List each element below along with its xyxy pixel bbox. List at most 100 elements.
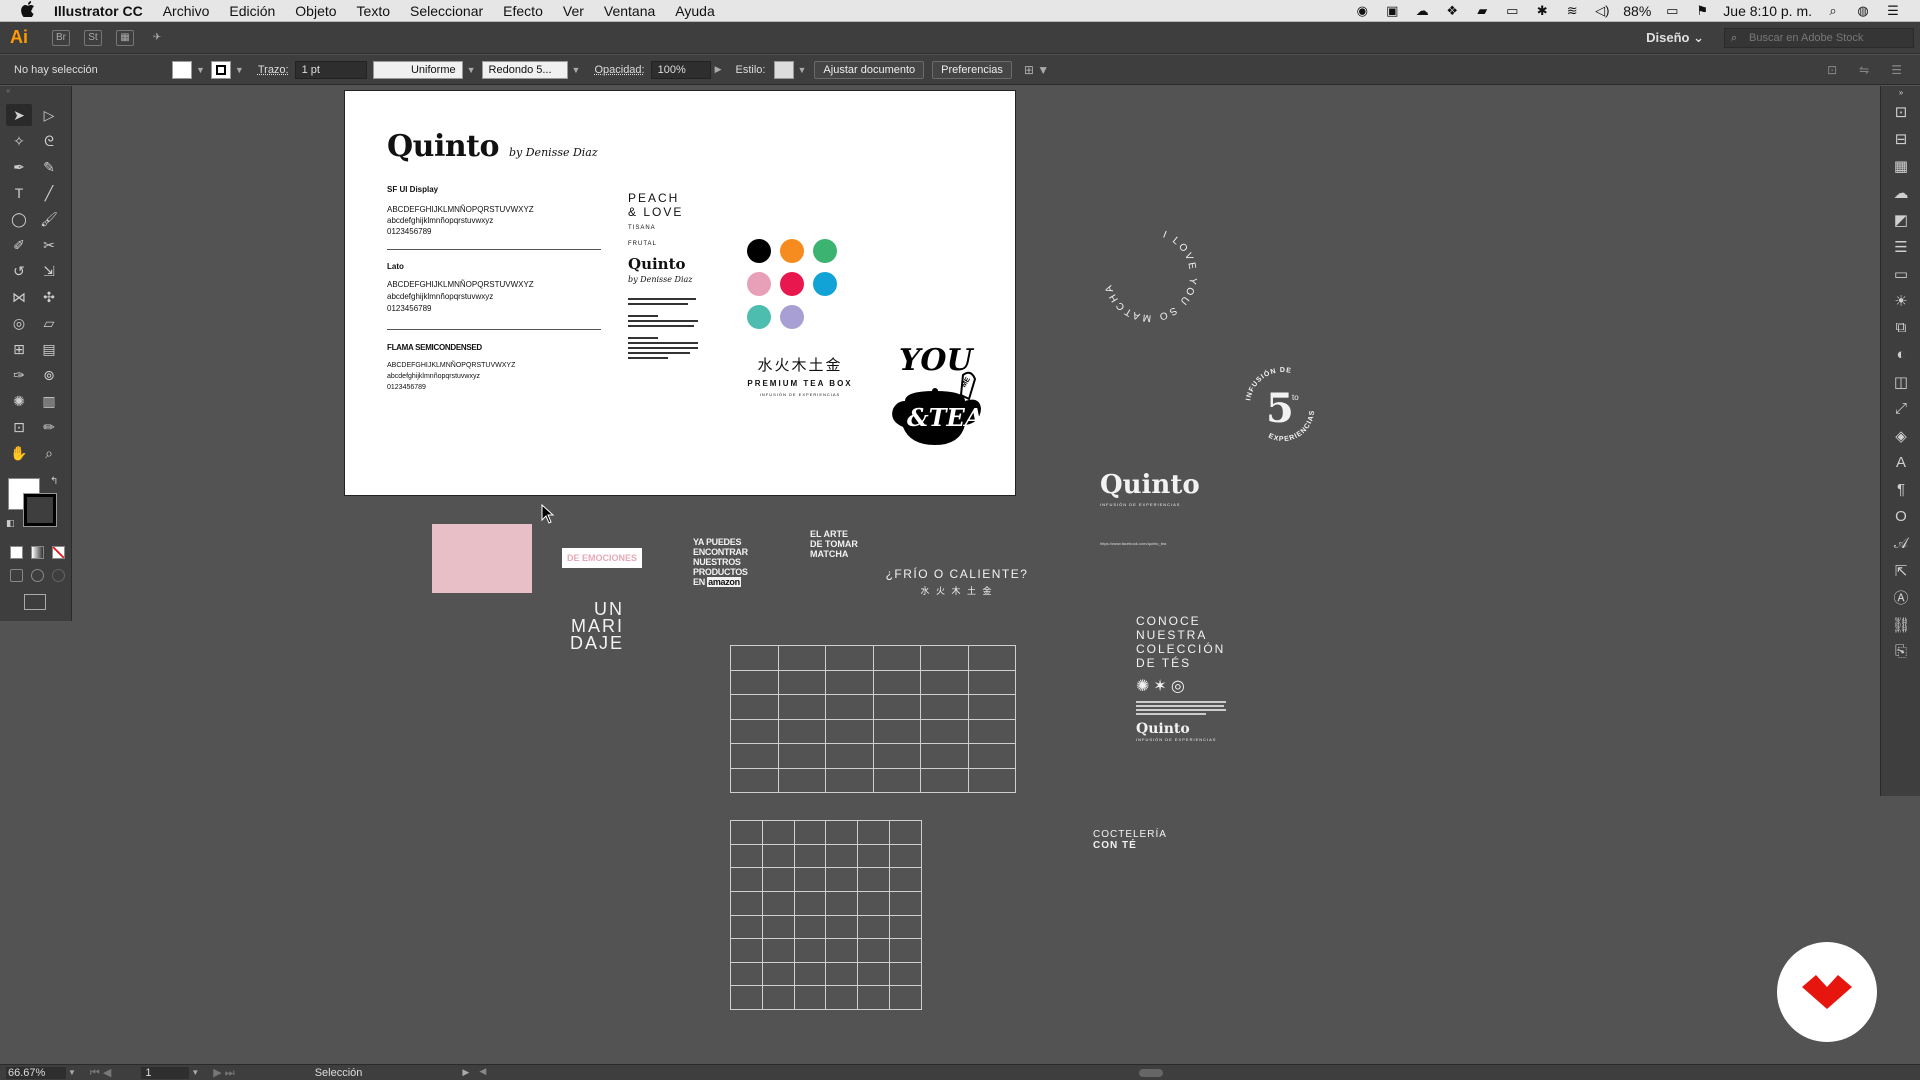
layers-panel-icon[interactable]: ◈ xyxy=(1881,422,1920,449)
transparency-panel-icon[interactable]: ◫ xyxy=(1881,368,1920,395)
opacity-label[interactable]: Opacidad: xyxy=(594,64,644,76)
pink-texture-swatch[interactable] xyxy=(432,524,532,593)
first-artboard-icon[interactable]: ⏮ ◀ xyxy=(90,1066,111,1080)
chevron-down-icon[interactable]: ▼ xyxy=(191,1068,199,1077)
maridaje-callout[interactable]: UN MARI DAJE xyxy=(568,600,624,652)
gradient-icon[interactable] xyxy=(31,546,44,559)
el-arte-callout[interactable]: EL ARTE DE TOMAR MATCHA xyxy=(810,529,858,559)
workspace-switcher[interactable]: Diseño ⌄ xyxy=(1646,30,1704,46)
horizontal-scrollbar[interactable]: ◀ xyxy=(479,1066,1899,1078)
curvature-tool-icon[interactable]: ✎ xyxy=(36,156,62,178)
frio-caliente-callout[interactable]: ¿FRÍO O CALIENTE? 水 火 木 土 金 xyxy=(883,567,1031,597)
stroke-panel-icon[interactable]: ☰ xyxy=(1881,233,1920,260)
libraries-panel-icon[interactable]: ▦ xyxy=(1881,152,1920,179)
transform-panel-icon[interactable]: ⤢ xyxy=(1881,395,1920,422)
stock-icon[interactable]: St xyxy=(84,29,102,46)
none-icon[interactable] xyxy=(52,546,65,559)
line-tool-icon[interactable]: ╱ xyxy=(36,182,62,204)
scrollbar-thumb[interactable] xyxy=(1139,1068,1164,1077)
screen-mode-icon[interactable] xyxy=(24,594,46,610)
amazon-callout[interactable]: YA PUEDES ENCONTRAR NUESTROS PRODUCTOS E… xyxy=(693,537,748,587)
clock[interactable]: Jue 8:10 p. m. xyxy=(1723,3,1812,19)
menu-seleccionar[interactable]: Seleccionar xyxy=(410,3,483,19)
variable-width-profile[interactable]: Uniforme xyxy=(372,60,463,79)
scroll-left-icon[interactable]: ◀ xyxy=(479,1066,486,1077)
next-artboard-icon[interactable]: ▶ ⏭ xyxy=(213,1066,234,1080)
glyphs-panel-icon[interactable]: 𝒜 xyxy=(1881,530,1920,557)
character-panel-icon[interactable]: A xyxy=(1881,449,1920,476)
char-styles-icon[interactable]: Ⓐ xyxy=(1881,584,1920,611)
paintbrush-tool-icon[interactable]: 🖌 xyxy=(36,208,62,230)
record-icon[interactable]: ◉ xyxy=(1353,3,1371,18)
lasso-tool-icon[interactable]: ᘓ xyxy=(36,130,62,152)
volume-icon[interactable]: ◁) xyxy=(1593,3,1611,18)
stock-search-input[interactable]: ⌕ Buscar en Adobe Stock xyxy=(1724,27,1914,48)
stroke-weight-field[interactable]: 1 pt xyxy=(294,60,367,79)
battery-icon[interactable]: ▭ xyxy=(1663,3,1681,18)
apple-icon[interactable] xyxy=(16,0,40,21)
menu-ayuda[interactable]: Ayuda xyxy=(675,3,714,19)
color-icon[interactable] xyxy=(10,546,23,559)
graphic-style-swatch[interactable] xyxy=(773,60,794,79)
hand-tool-icon[interactable]: ✋ xyxy=(6,442,32,464)
spotlight-search-icon[interactable]: ⌕ xyxy=(1824,3,1842,18)
collapse-icon[interactable]: » xyxy=(1881,86,1920,98)
stroke-color-box[interactable] xyxy=(23,493,57,527)
arrange-documents-icon[interactable]: ▦ xyxy=(116,29,134,46)
bluetooth-icon[interactable]: ✱ xyxy=(1533,3,1551,18)
grid-table-wide[interactable] xyxy=(730,645,1016,793)
siri-icon[interactable]: ◍ xyxy=(1854,3,1872,18)
artboards-panel-icon[interactable]: ⊡ xyxy=(1881,98,1920,125)
zoom-level[interactable]: 66.67% xyxy=(6,1066,66,1079)
ellipse-tool-icon[interactable]: ◯ xyxy=(6,208,32,230)
fit-document-button[interactable]: Ajustar documento xyxy=(814,60,925,79)
stroke-label[interactable]: Trazo: xyxy=(258,64,289,76)
cocteleria-callout[interactable]: COCTELERÍA CON TÉ xyxy=(1093,829,1167,851)
blend-tool-icon[interactable]: ⊚ xyxy=(36,364,62,386)
menu-archivo[interactable]: Archivo xyxy=(163,3,210,19)
puppet-warp-tool-icon[interactable]: ✣ xyxy=(36,286,62,308)
panel-menu-icon[interactable]: ☰ xyxy=(1891,63,1902,77)
menu-ventana[interactable]: Ventana xyxy=(604,3,655,19)
status-menu-icon[interactable]: ▶ xyxy=(462,1067,469,1078)
color-guide-icon[interactable]: ◐ xyxy=(1881,341,1920,368)
chevron-down-icon[interactable]: ▼ xyxy=(572,65,581,75)
notification-icon[interactable]: ▰ xyxy=(1473,3,1491,18)
collapse-icon[interactable]: « xyxy=(0,86,71,96)
pen-tool-icon[interactable]: ✒ xyxy=(6,156,32,178)
shape-builder-tool-icon[interactable]: ◎ xyxy=(6,312,32,334)
asset-export-icon[interactable]: ⎘ xyxy=(1881,638,1920,665)
wifi-icon[interactable]: ≋ xyxy=(1563,3,1581,18)
de-emociones-tag[interactable]: DE EMOCIONES xyxy=(562,548,642,568)
symbol-sprayer-tool-icon[interactable]: ✺ xyxy=(6,390,32,412)
chevron-down-icon[interactable]: ▼ xyxy=(196,65,205,75)
align-panel-icon[interactable]: ⊟ xyxy=(1881,125,1920,152)
scissors-tool-icon[interactable]: ✂ xyxy=(36,234,62,256)
fill-swatch[interactable] xyxy=(172,60,192,79)
default-fill-stroke-icon[interactable]: ◧ xyxy=(6,518,15,529)
app-tray-icon[interactable]: ▣ xyxy=(1383,3,1401,18)
draw-normal-icon[interactable] xyxy=(10,569,23,582)
chevron-right-icon[interactable]: ▶ xyxy=(715,64,722,75)
chevron-down-icon[interactable]: ▼ xyxy=(467,65,476,75)
flag-icon[interactable]: ⚑ xyxy=(1693,3,1711,18)
paragraph-panel-icon[interactable]: ¶ xyxy=(1881,476,1920,503)
brush-definition[interactable]: Redondo 5... xyxy=(481,60,568,79)
artboard[interactable]: Quinto by Denisse Diaz SF UI Display ABC… xyxy=(344,90,1016,496)
width-tool-icon[interactable]: ⋈ xyxy=(6,286,32,308)
draw-inside-icon[interactable] xyxy=(52,569,65,582)
zoom-tool-icon[interactable]: ⌕ xyxy=(36,442,62,464)
magic-wand-tool-icon[interactable]: ✧ xyxy=(6,130,32,152)
export-panel-icon[interactable]: ⇱ xyxy=(1881,557,1920,584)
direct-selection-tool-icon[interactable]: ▷ xyxy=(36,104,62,126)
properties-panel-icon[interactable]: ◩ xyxy=(1881,206,1920,233)
perspective-grid-tool-icon[interactable]: ▱ xyxy=(36,312,62,334)
eyedropper-tool-icon[interactable]: ✑ xyxy=(6,364,32,386)
bridge-icon[interactable]: Br xyxy=(52,29,70,46)
gradient-tool-icon[interactable]: ▤ xyxy=(36,338,62,360)
creative-cloud-icon[interactable]: ☁ xyxy=(1413,3,1431,18)
menu-app-name[interactable]: Illustrator CC xyxy=(54,3,143,19)
chevron-down-icon[interactable]: ▼ xyxy=(68,1068,76,1077)
heart-badge[interactable] xyxy=(1777,942,1877,1042)
cc-libraries-icon[interactable]: ☁ xyxy=(1881,179,1920,206)
